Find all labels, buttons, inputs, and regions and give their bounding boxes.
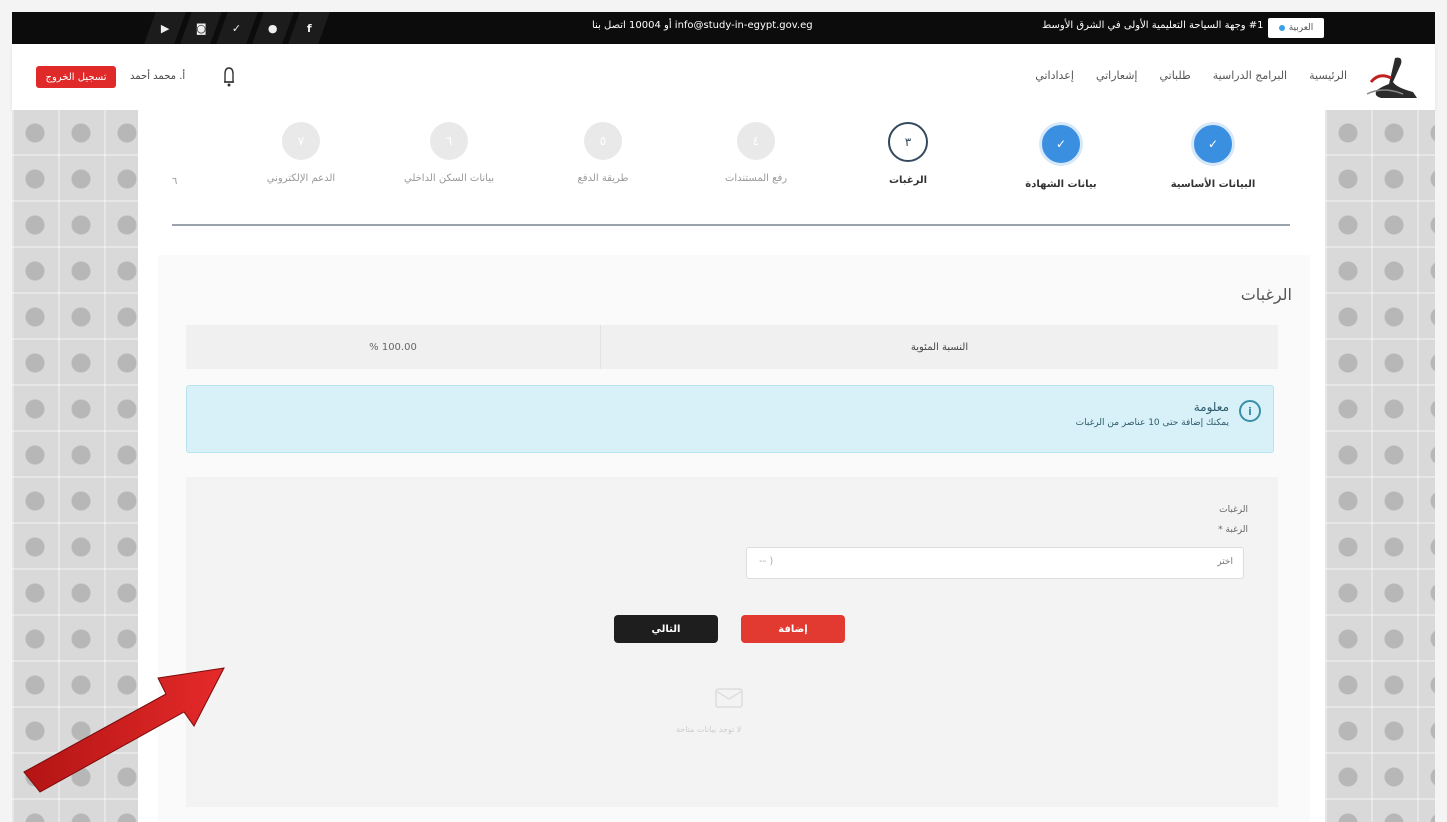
- percentage-label: النسبة المئوية: [910, 341, 969, 353]
- form-heading: الرغبات: [1219, 505, 1248, 515]
- section-title: الرغبات: [1240, 285, 1292, 304]
- preference-select[interactable]: اختر -- ): [746, 547, 1244, 579]
- empty-inbox-icon: [715, 688, 743, 708]
- nav-links: الرئيسية البرامج الدراسية طلباتي إشعارات…: [1035, 69, 1347, 82]
- step-number: ٧: [282, 122, 320, 160]
- language-switch-button[interactable]: العربية: [1268, 18, 1324, 38]
- check-icon: ✓: [1039, 122, 1083, 166]
- nav-programs[interactable]: البرامج الدراسية: [1213, 69, 1287, 82]
- contact-info[interactable]: info@study-in-egypt.gov.eg أو 10004 اتصل…: [592, 20, 813, 31]
- info-alert: i معلومة يمكنك إضافة حتى 10 عناصر من الر…: [186, 385, 1274, 453]
- step-certificate-data[interactable]: ✓ بيانات الشهادة: [996, 122, 1126, 192]
- site-logo[interactable]: [1363, 52, 1423, 102]
- step-number: ٤: [737, 122, 775, 160]
- red-arrow-annotation: [23, 667, 225, 793]
- stepper-index: ٦: [172, 176, 178, 187]
- site-tagline: #1 وجهة السياحة التعليمية الأولى في الشر…: [1042, 20, 1264, 31]
- percentage-row: % 100.00 النسبة المئوية: [186, 325, 1278, 369]
- video-icon[interactable]: ▶: [144, 12, 186, 44]
- step-number: ٦: [430, 122, 468, 160]
- logout-button[interactable]: تسجيل الخروج: [36, 66, 116, 88]
- step-label: رفع المستندات: [724, 173, 788, 184]
- info-title: معلومة: [1193, 400, 1229, 414]
- top-bar: ▶ ◙ ✓ ● f info@study-in-egypt.gov.eg أو …: [12, 12, 1435, 44]
- stepper-line: [172, 224, 1290, 226]
- percentage-value: % 100.00: [186, 325, 601, 369]
- step-label: الرغبات: [888, 175, 928, 186]
- add-button[interactable]: إضافة: [741, 615, 845, 643]
- main-navbar: تسجيل الخروج أ. محمد أحمد الرئيسية البرا…: [12, 44, 1435, 110]
- step-preferences[interactable]: ٣ الرغبات: [843, 122, 973, 188]
- nav-applications[interactable]: طلباتي: [1159, 69, 1190, 82]
- step-number: ٣: [888, 122, 928, 162]
- twitter-icon[interactable]: ✓: [216, 12, 258, 44]
- language-label: العربية: [1288, 23, 1314, 33]
- nav-settings[interactable]: إعداداتي: [1035, 69, 1074, 82]
- empty-state-text: لا توجد بيانات متاحة: [676, 725, 742, 734]
- instagram-icon[interactable]: ◙: [180, 12, 222, 44]
- preference-form: الرغبات الرغبة * اختر -- ) التالي إضافة …: [186, 477, 1278, 807]
- user-name[interactable]: أ. محمد أحمد: [130, 71, 185, 82]
- language-dot-icon: [1278, 25, 1285, 31]
- step-upload-documents[interactable]: ٤ رفع المستندات: [691, 122, 821, 186]
- step-basic-data[interactable]: ✓ البيانات الأساسية: [1148, 122, 1278, 192]
- check-icon: ✓: [1191, 122, 1235, 166]
- linkedin-icon[interactable]: ●: [252, 12, 294, 44]
- step-label: البيانات الأساسية: [1170, 179, 1256, 190]
- step-housing-data[interactable]: ٦ بيانات السكن الداخلي: [386, 122, 512, 186]
- nav-notifications[interactable]: إشعاراتي: [1096, 69, 1138, 82]
- facebook-icon[interactable]: f: [288, 12, 330, 44]
- info-icon: i: [1239, 400, 1261, 422]
- preference-field-label: الرغبة *: [1218, 525, 1248, 535]
- step-label: الدعم الإلكتروني: [266, 173, 336, 184]
- step-label: بيانات السكن الداخلي: [403, 173, 494, 184]
- preferences-section: الرغبات % 100.00 النسبة المئوية i معلومة…: [158, 255, 1310, 822]
- step-payment-method[interactable]: ٥ طريقة الدفع: [538, 122, 668, 186]
- step-number: ٥: [584, 122, 622, 160]
- step-electronic-support[interactable]: ٧ الدعم الإلكتروني: [236, 122, 366, 186]
- right-pattern-background: [1325, 110, 1435, 822]
- select-value: اختر: [1217, 557, 1233, 567]
- bell-icon[interactable]: [222, 64, 236, 90]
- info-text: يمكنك إضافة حتى 10 عناصر من الرغبات: [1075, 418, 1229, 428]
- step-label: طريقة الدفع: [577, 173, 629, 184]
- step-label: بيانات الشهادة: [1025, 179, 1097, 190]
- select-placeholder: -- ): [759, 556, 774, 567]
- social-links: ▶ ◙ ✓ ● f: [144, 12, 330, 44]
- main-panel: ٦ ✓ البيانات الأساسية ✓ بيانات الشهادة ٣…: [138, 110, 1325, 822]
- next-button[interactable]: التالي: [614, 615, 718, 643]
- nav-home[interactable]: الرئيسية: [1309, 69, 1347, 82]
